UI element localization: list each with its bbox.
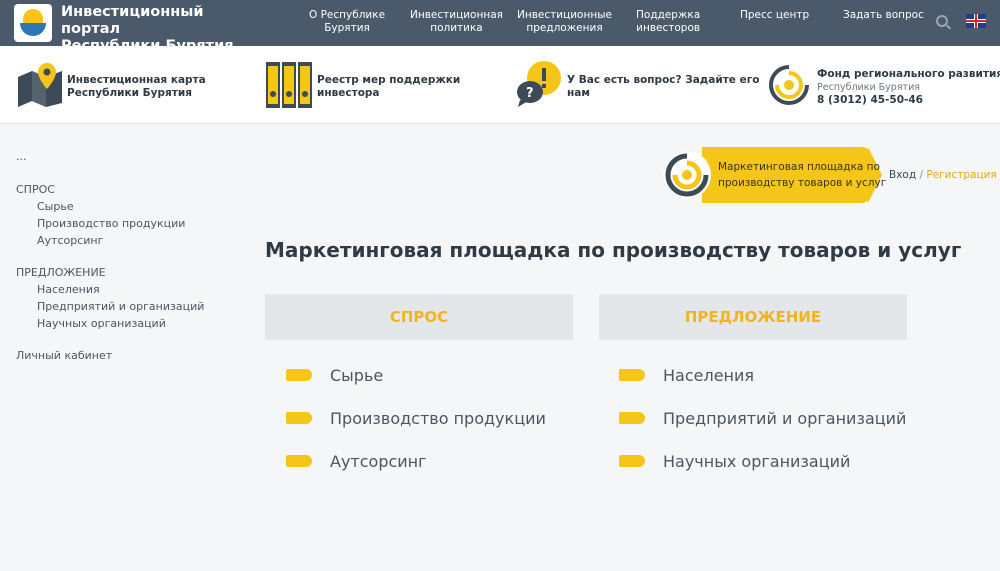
info-line: Республики Бурятия [67, 87, 192, 99]
portal-brand[interactable]: Инвестиционный портал Республики Бурятия [14, 3, 254, 54]
portal-title-line1: Инвестиционный портал [61, 4, 204, 37]
tag-bullet-icon [286, 412, 312, 424]
supply-item-population[interactable]: Населения [619, 366, 919, 386]
banner-text: Маркетинговая площадка по производству т… [718, 159, 886, 191]
info-line: У Вас есть вопрос? Задайте его [567, 74, 760, 86]
ask-question-label: У Вас есть вопрос? Задайте его нам [567, 74, 759, 100]
demand-section-header[interactable]: СПРОС [265, 294, 573, 340]
top-navigation-bar: Инвестиционный портал Республики Бурятия… [0, 0, 1000, 54]
info-line: нам [567, 87, 590, 99]
quick-links-bar: Инвестиционная карта Республики Бурятия … [0, 46, 1000, 124]
list-item-label: Производство продукции [330, 409, 546, 428]
nav-label: Задать вопрос [843, 9, 924, 21]
svg-text:?: ? [526, 86, 534, 101]
sidebar-item-scientific[interactable]: Научных организаций [37, 317, 166, 330]
fund-logo-icon [769, 65, 809, 105]
support-registry-link[interactable]: Реестр мер поддержки инвестора [265, 46, 465, 124]
search-icon[interactable] [936, 15, 948, 27]
info-line: Фонд регионального развития [817, 68, 1000, 80]
info-line: Республики Бурятия [817, 82, 920, 93]
marketplace-logo-icon [663, 151, 711, 199]
map-pin-icon [18, 63, 62, 107]
demand-item-outsourcing[interactable]: Аутсорсинг [286, 452, 586, 472]
regional-fund-link[interactable]: Фонд регионального развития Республики Б… [768, 46, 1000, 124]
info-line: Инвестиционная карта [67, 74, 206, 86]
supply-section-header[interactable]: ПРЕДЛОЖЕНИЕ [599, 294, 907, 340]
list-item-label: Аутсорсинг [330, 452, 427, 471]
nav-investment-offers[interactable]: Инвестиционные предложения [517, 9, 612, 35]
list-item-label: Сырье [330, 366, 384, 385]
nav-label: Инвестиционная [410, 9, 503, 21]
nav-about-republic[interactable]: О Республике Бурятия [309, 9, 385, 35]
binders-icon [266, 62, 312, 108]
sidebar-item-outsourcing[interactable]: Аутсорсинг [37, 234, 103, 247]
sidebar-item-enterprises[interactable]: Предприятий и организаций [37, 300, 204, 313]
ask-question-link[interactable]: ? У Вас есть вопрос? Задайте его нам [514, 46, 759, 124]
nav-label: Пресс центр [740, 9, 810, 21]
tag-bullet-icon [286, 455, 312, 467]
investment-map-label: Инвестиционная карта Республики Бурятия [67, 74, 206, 100]
tag-bullet-icon [619, 369, 645, 381]
nav-investor-support[interactable]: Поддержка инвесторов [636, 9, 700, 35]
nav-label: Инвестиционные [517, 9, 612, 21]
sidebar-item-population[interactable]: Населения [37, 283, 100, 296]
nav-label: инвесторов [636, 22, 701, 34]
tag-bullet-icon [619, 455, 645, 467]
demand-item-production[interactable]: Производство продукции [286, 409, 586, 429]
nav-press-center[interactable]: Пресс центр [740, 9, 809, 22]
list-item-label: Населения [663, 366, 755, 385]
info-line: Реестр мер поддержки [317, 74, 461, 86]
nav-investment-policy[interactable]: Инвестиционная политика [410, 9, 503, 35]
fund-phone: 8 (3012) 45-50-46 [817, 94, 923, 106]
page-title: Маркетинговая площадка по производству т… [265, 238, 962, 262]
sidebar-breadcrumb[interactable]: ... [16, 150, 27, 163]
list-item-label: Предприятий и организаций [663, 409, 907, 428]
sidebar-item-raw-materials[interactable]: Сырье [37, 200, 74, 213]
coat-of-arms-icon [14, 4, 52, 42]
sidebar-item-production[interactable]: Производство продукции [37, 217, 185, 230]
marketplace-banner[interactable]: Маркетинговая площадка по производству т… [662, 147, 886, 203]
sidebar-item-demand[interactable]: СПРОС [16, 183, 55, 196]
demand-item-raw-materials[interactable]: Сырье [286, 366, 586, 386]
nav-label: предложения [526, 22, 603, 34]
sidebar-item-personal-account[interactable]: Личный кабинет [16, 349, 112, 362]
tag-bullet-icon [286, 369, 312, 381]
supply-item-enterprises[interactable]: Предприятий и организаций [619, 409, 919, 429]
nav-label: Поддержка [636, 9, 701, 21]
login-link[interactable]: Вход [889, 169, 916, 181]
list-item-label: Научных организаций [663, 452, 851, 471]
uk-flag-icon[interactable] [966, 14, 986, 28]
nav-label: Бурятия [324, 22, 370, 34]
banner-line: производству товаров и услуг [718, 177, 887, 189]
info-line: инвестора [317, 87, 380, 99]
nav-label: политика [430, 22, 483, 34]
chat-question-icon: ? [517, 61, 561, 107]
tag-bullet-icon [619, 412, 645, 424]
nav-ask-question[interactable]: Задать вопрос [843, 9, 924, 22]
support-registry-label: Реестр мер поддержки инвестора [317, 74, 460, 100]
auth-links: Вход / Регистрация [889, 169, 997, 181]
regional-fund-label: Фонд регионального развития Республики Б… [817, 68, 1000, 107]
investment-map-link[interactable]: Инвестиционная карта Республики Бурятия [16, 46, 206, 124]
sidebar-item-supply[interactable]: ПРЕДЛОЖЕНИЕ [16, 266, 106, 279]
banner-line: Маркетинговая площадка по [718, 161, 880, 173]
nav-label: О Республике [309, 9, 386, 21]
auth-separator: / [919, 169, 923, 181]
supply-item-scientific[interactable]: Научных организаций [619, 452, 919, 472]
register-link[interactable]: Регистрация [926, 169, 996, 181]
